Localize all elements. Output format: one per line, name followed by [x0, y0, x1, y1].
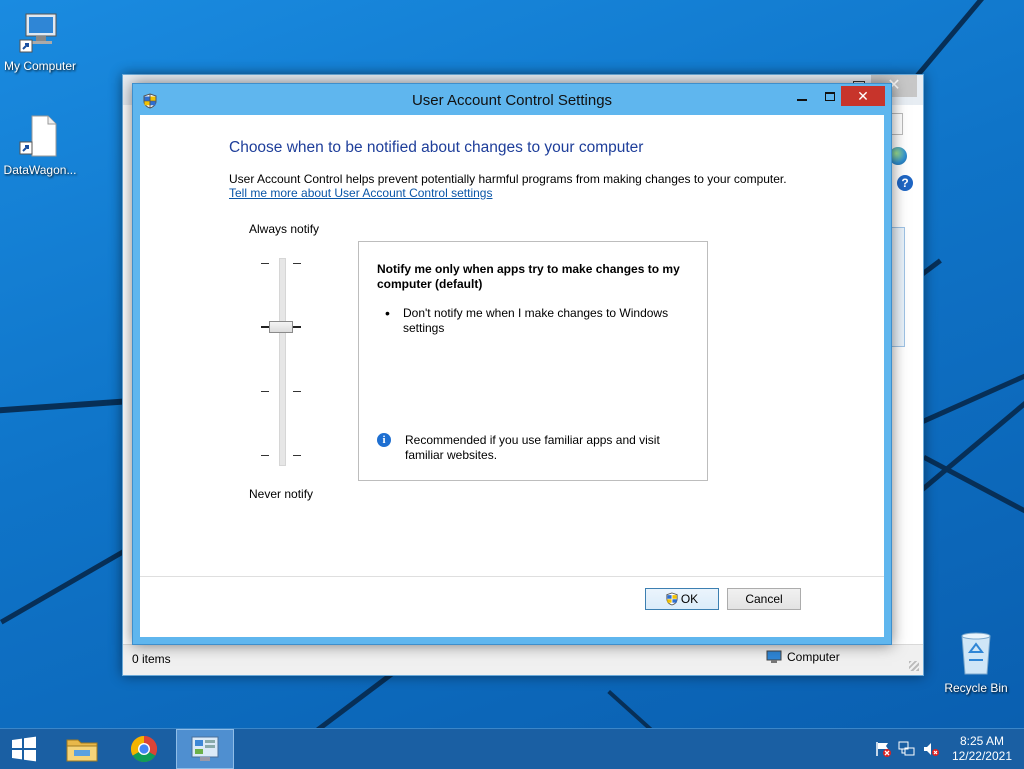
help-icon[interactable]: ?	[897, 175, 913, 191]
windows-logo-icon	[12, 736, 36, 762]
taskbar-control-panel[interactable]	[176, 729, 234, 769]
file-icon	[19, 115, 57, 157]
slider-tick	[293, 391, 301, 392]
dialog-title: User Account Control Settings	[411, 92, 613, 109]
status-location-label: Computer	[787, 650, 840, 664]
ok-button[interactable]: OK	[645, 588, 719, 610]
description-text: User Account Control helps prevent poten…	[229, 172, 787, 186]
divider	[140, 576, 884, 577]
notification-level-slider[interactable]	[279, 258, 286, 466]
slider-tick	[293, 455, 301, 456]
taskbar-file-explorer[interactable]	[54, 729, 110, 769]
chrome-icon	[130, 735, 158, 763]
slider-bottom-label: Never notify	[249, 487, 314, 501]
resize-grip[interactable]	[909, 661, 919, 671]
slider-tick	[293, 263, 301, 264]
slider-tick-selected	[293, 326, 301, 328]
status-location: Computer	[766, 650, 840, 664]
info-icon: i	[377, 433, 391, 447]
cancel-button[interactable]: Cancel	[727, 588, 801, 610]
uac-dialog: User Account Control Settings ✕ Choose w…	[132, 83, 892, 645]
computer-icon	[766, 650, 782, 663]
slider-tick	[261, 391, 269, 392]
slider-top-label: Always notify	[249, 222, 320, 236]
file-explorer-icon	[66, 739, 98, 762]
close-button[interactable]: ✕	[841, 86, 885, 106]
page-heading: Choose when to be notified about changes…	[229, 139, 644, 156]
start-button[interactable]	[0, 729, 48, 769]
slider-thumb[interactable]	[269, 321, 293, 333]
uac-shield-icon	[666, 592, 678, 606]
level-title: Notify me only when apps try to make cha…	[377, 262, 680, 291]
dialog-content: Choose when to be notified about changes…	[140, 115, 884, 637]
taskbar-chrome[interactable]	[116, 729, 172, 769]
network-icon[interactable]	[898, 740, 916, 758]
status-item-count: 0 items	[132, 652, 171, 666]
slider-tick-selected	[261, 326, 269, 328]
bullet-icon: •	[385, 305, 390, 321]
desktop-icon-recycle-bin[interactable]: Recycle Bin	[936, 630, 1016, 695]
control-panel-icon	[191, 736, 219, 761]
desktop: My Computer DataWagon... Recycle Bin ✕ ?…	[0, 0, 1024, 728]
ok-button-label: OK	[680, 592, 699, 606]
computer-icon	[19, 13, 57, 53]
recycle-bin-icon	[961, 632, 991, 675]
clock-date: 12/22/2021	[951, 749, 1012, 763]
dialog-titlebar[interactable]: User Account Control Settings ✕	[133, 84, 891, 114]
minimize-button[interactable]	[789, 87, 815, 107]
desktop-icon-label: Recycle Bin	[944, 681, 1008, 695]
learn-more-link[interactable]: Tell me more about User Account Control …	[229, 186, 492, 200]
clock-time: 8:25 AM	[959, 734, 1004, 748]
status-bar: 0 items Computer	[123, 644, 923, 675]
taskbar: 8:25 AM 12/22/2021	[0, 728, 1024, 769]
recommendation-text: Recommended if you use familiar apps and…	[405, 433, 660, 462]
desktop-icon-my-computer[interactable]: My Computer	[0, 10, 80, 73]
maximize-button[interactable]	[817, 87, 843, 107]
taskbar-clock[interactable]: 8:25 AM 12/22/2021	[952, 734, 1012, 764]
desktop-icon-datawagon[interactable]: DataWagon...	[0, 114, 80, 177]
action-center-flag-icon[interactable]	[874, 740, 892, 758]
slider-tick	[261, 455, 269, 456]
slider-tick	[261, 263, 269, 264]
level-description-box: Notify me only when apps try to make cha…	[358, 241, 708, 481]
volume-muted-icon[interactable]	[922, 740, 940, 758]
desktop-icon-label: My Computer	[3, 59, 77, 73]
desktop-icon-label: DataWagon...	[3, 163, 77, 177]
level-bullet-text: Don't notify me when I make changes to W…	[403, 306, 669, 335]
system-tray: 8:25 AM 12/22/2021	[874, 729, 1024, 769]
